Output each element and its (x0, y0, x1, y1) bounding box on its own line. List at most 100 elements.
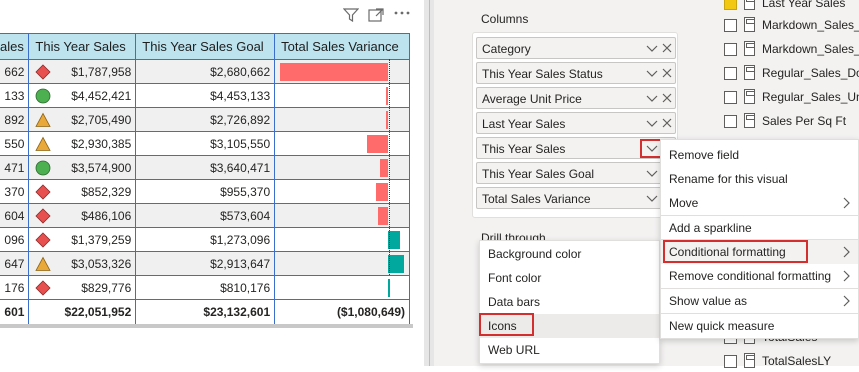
menu-item-rename[interactable]: Rename for this visual (669, 172, 788, 186)
field-list-label: Sales Per Sq Ft (762, 114, 847, 128)
this-year-sales-value: $3,574,900 (71, 160, 132, 175)
field-checkbox[interactable] (724, 67, 737, 80)
field-pill[interactable]: Average Unit Price (476, 87, 676, 109)
field-pill-label: This Year Sales (482, 142, 566, 156)
this-year-sales-value: $2,705,490 (71, 112, 132, 127)
variance-data-bar (388, 279, 391, 297)
field-pill[interactable]: Total Sales Variance (476, 187, 676, 209)
field-pill[interactable]: This Year Sales Goal (476, 162, 676, 184)
field-checkbox[interactable] (724, 43, 737, 56)
table-row[interactable]: 176 $829,776 $810,176 (0, 275, 410, 300)
field-checkbox[interactable] (724, 355, 737, 368)
this-year-sales-cell: $829,776 (28, 275, 137, 300)
table-row[interactable]: 604 $486,106 $573,604 (0, 203, 410, 228)
field-checkbox[interactable] (724, 115, 737, 128)
column-header-this-year-sales-goal[interactable]: This Year Sales Goal (135, 33, 276, 60)
close-icon[interactable] (661, 64, 673, 82)
table-row[interactable]: 662 $1,787,958 $2,680,662 (0, 59, 410, 84)
field-list-item[interactable]: Sales Per Sq Ft (724, 112, 859, 132)
menu-item-new-quick-measure[interactable]: New quick measure (669, 319, 774, 333)
total-partial: 601 (0, 299, 30, 325)
table-row[interactable]: 892 $2,705,490 $2,726,892 (0, 107, 410, 132)
chevron-down-icon[interactable] (645, 114, 659, 132)
field-pill-label: Category (482, 42, 531, 56)
field-list-item[interactable]: Last Year Sales (724, 0, 859, 14)
menu-item-show-value-as[interactable]: Show value as (669, 294, 747, 308)
field-pill[interactable]: Last Year Sales (476, 112, 676, 134)
column-header-total-sales-variance[interactable]: Total Sales Variance (274, 33, 410, 60)
menu-separator (661, 313, 859, 314)
green-circle-icon (35, 160, 51, 176)
table-row[interactable]: 096 $1,379,259 $1,273,096 (0, 227, 410, 252)
chevron-down-icon[interactable] (645, 164, 659, 182)
this-year-sales-goal-cell: $2,680,662 (135, 59, 276, 84)
close-icon[interactable] (661, 114, 673, 132)
menu-item-data-bars[interactable]: Data bars (488, 295, 540, 309)
table-row[interactable]: 471 $3,574,900 $3,640,471 (0, 155, 410, 180)
menu-item-web-url[interactable]: Web URL (488, 343, 540, 357)
field-checkbox[interactable] (724, 91, 737, 104)
total-row: 601 $22,051,952 $23,132,601 ($1,080,649) (0, 299, 410, 325)
red-diamond-icon (35, 184, 51, 200)
this-year-sales-value: $3,053,326 (71, 256, 132, 271)
calculator-icon (744, 113, 755, 128)
variance-data-bar (388, 255, 405, 273)
field-pill[interactable]: Category (476, 37, 676, 59)
partial-cell: 370 (0, 179, 30, 204)
field-list-item[interactable]: TotalSalesLY (724, 352, 859, 372)
field-list-item[interactable]: Markdown_Sales_U (724, 40, 859, 60)
this-year-sales-goal-cell: $1,273,096 (135, 227, 276, 252)
filter-icon[interactable] (342, 8, 360, 25)
variance-data-bar (377, 207, 389, 225)
field-list-item[interactable]: Regular_Sales_Unit (724, 88, 859, 108)
menu-item-remove-conditional-formatting[interactable]: Remove conditional formatting (669, 269, 831, 283)
this-year-sales-cell: $1,379,259 (28, 227, 137, 252)
close-icon[interactable] (661, 89, 673, 107)
menu-item-font-color[interactable]: Font color (488, 271, 541, 285)
menu-item-move[interactable]: Move (669, 196, 698, 210)
field-list-label: Regular_Sales_Doll (762, 66, 859, 80)
this-year-sales-goal-cell: $2,726,892 (135, 107, 276, 132)
this-year-sales-value: $2,930,385 (71, 136, 132, 151)
field-list-label: Markdown_Sales_D (762, 18, 859, 32)
calculator-icon (744, 41, 755, 56)
calculator-icon (744, 89, 755, 104)
field-checkbox[interactable] (724, 19, 737, 32)
this-year-sales-value: $829,776 (81, 280, 132, 295)
menu-item-background-color[interactable]: Background color (488, 247, 581, 261)
focus-mode-icon[interactable] (368, 8, 384, 25)
this-year-sales-goal-cell: $955,370 (135, 179, 276, 204)
chevron-down-icon[interactable] (645, 189, 659, 207)
menu-item-remove-field[interactable]: Remove field (669, 148, 739, 162)
table-row[interactable]: 370 $852,329 $955,370 (0, 179, 410, 204)
table-row[interactable]: 133 $4,452,421 $4,453,133 (0, 83, 410, 108)
table-row[interactable]: 550 $2,930,385 $3,105,550 (0, 131, 410, 156)
field-list-label: Regular_Sales_Unit (762, 90, 859, 104)
menu-separator (661, 288, 859, 289)
field-checkbox[interactable] (724, 0, 737, 10)
chevron-down-icon[interactable] (645, 39, 659, 57)
field-pill[interactable]: This Year Sales Status (476, 62, 676, 84)
chevron-down-icon[interactable] (645, 89, 659, 107)
field-pill-label: Total Sales Variance (482, 192, 591, 206)
more-options-icon[interactable] (393, 6, 411, 23)
table-row[interactable]: 647 $3,053,326 $2,913,647 (0, 251, 410, 276)
partial-cell: 176 (0, 275, 30, 300)
this-year-sales-value: $852,329 (81, 184, 132, 199)
field-list-item[interactable]: Regular_Sales_Doll (724, 64, 859, 84)
chevron-right-icon (842, 246, 850, 258)
close-icon[interactable] (661, 39, 673, 57)
chevron-right-icon (842, 197, 850, 209)
highlight-box-conditional-formatting (663, 240, 808, 263)
menu-item-add-sparkline[interactable]: Add a sparkline (669, 221, 752, 235)
field-context-menu: Remove field Rename for this visual Move… (660, 139, 859, 339)
chevron-down-icon[interactable] (645, 64, 659, 82)
field-list-item[interactable]: Markdown_Sales_D (724, 16, 859, 36)
horizontal-scrollbar[interactable] (0, 324, 413, 328)
total-this-year-sales: $22,051,952 (28, 299, 137, 325)
column-header-this-year-sales[interactable]: This Year Sales (28, 33, 137, 60)
highlight-box-icons (479, 313, 534, 336)
sales-table: ales This Year Sales This Year Sales Goa… (0, 33, 410, 325)
this-year-sales-cell: $3,574,900 (28, 155, 137, 180)
column-header[interactable]: ales (0, 33, 30, 60)
